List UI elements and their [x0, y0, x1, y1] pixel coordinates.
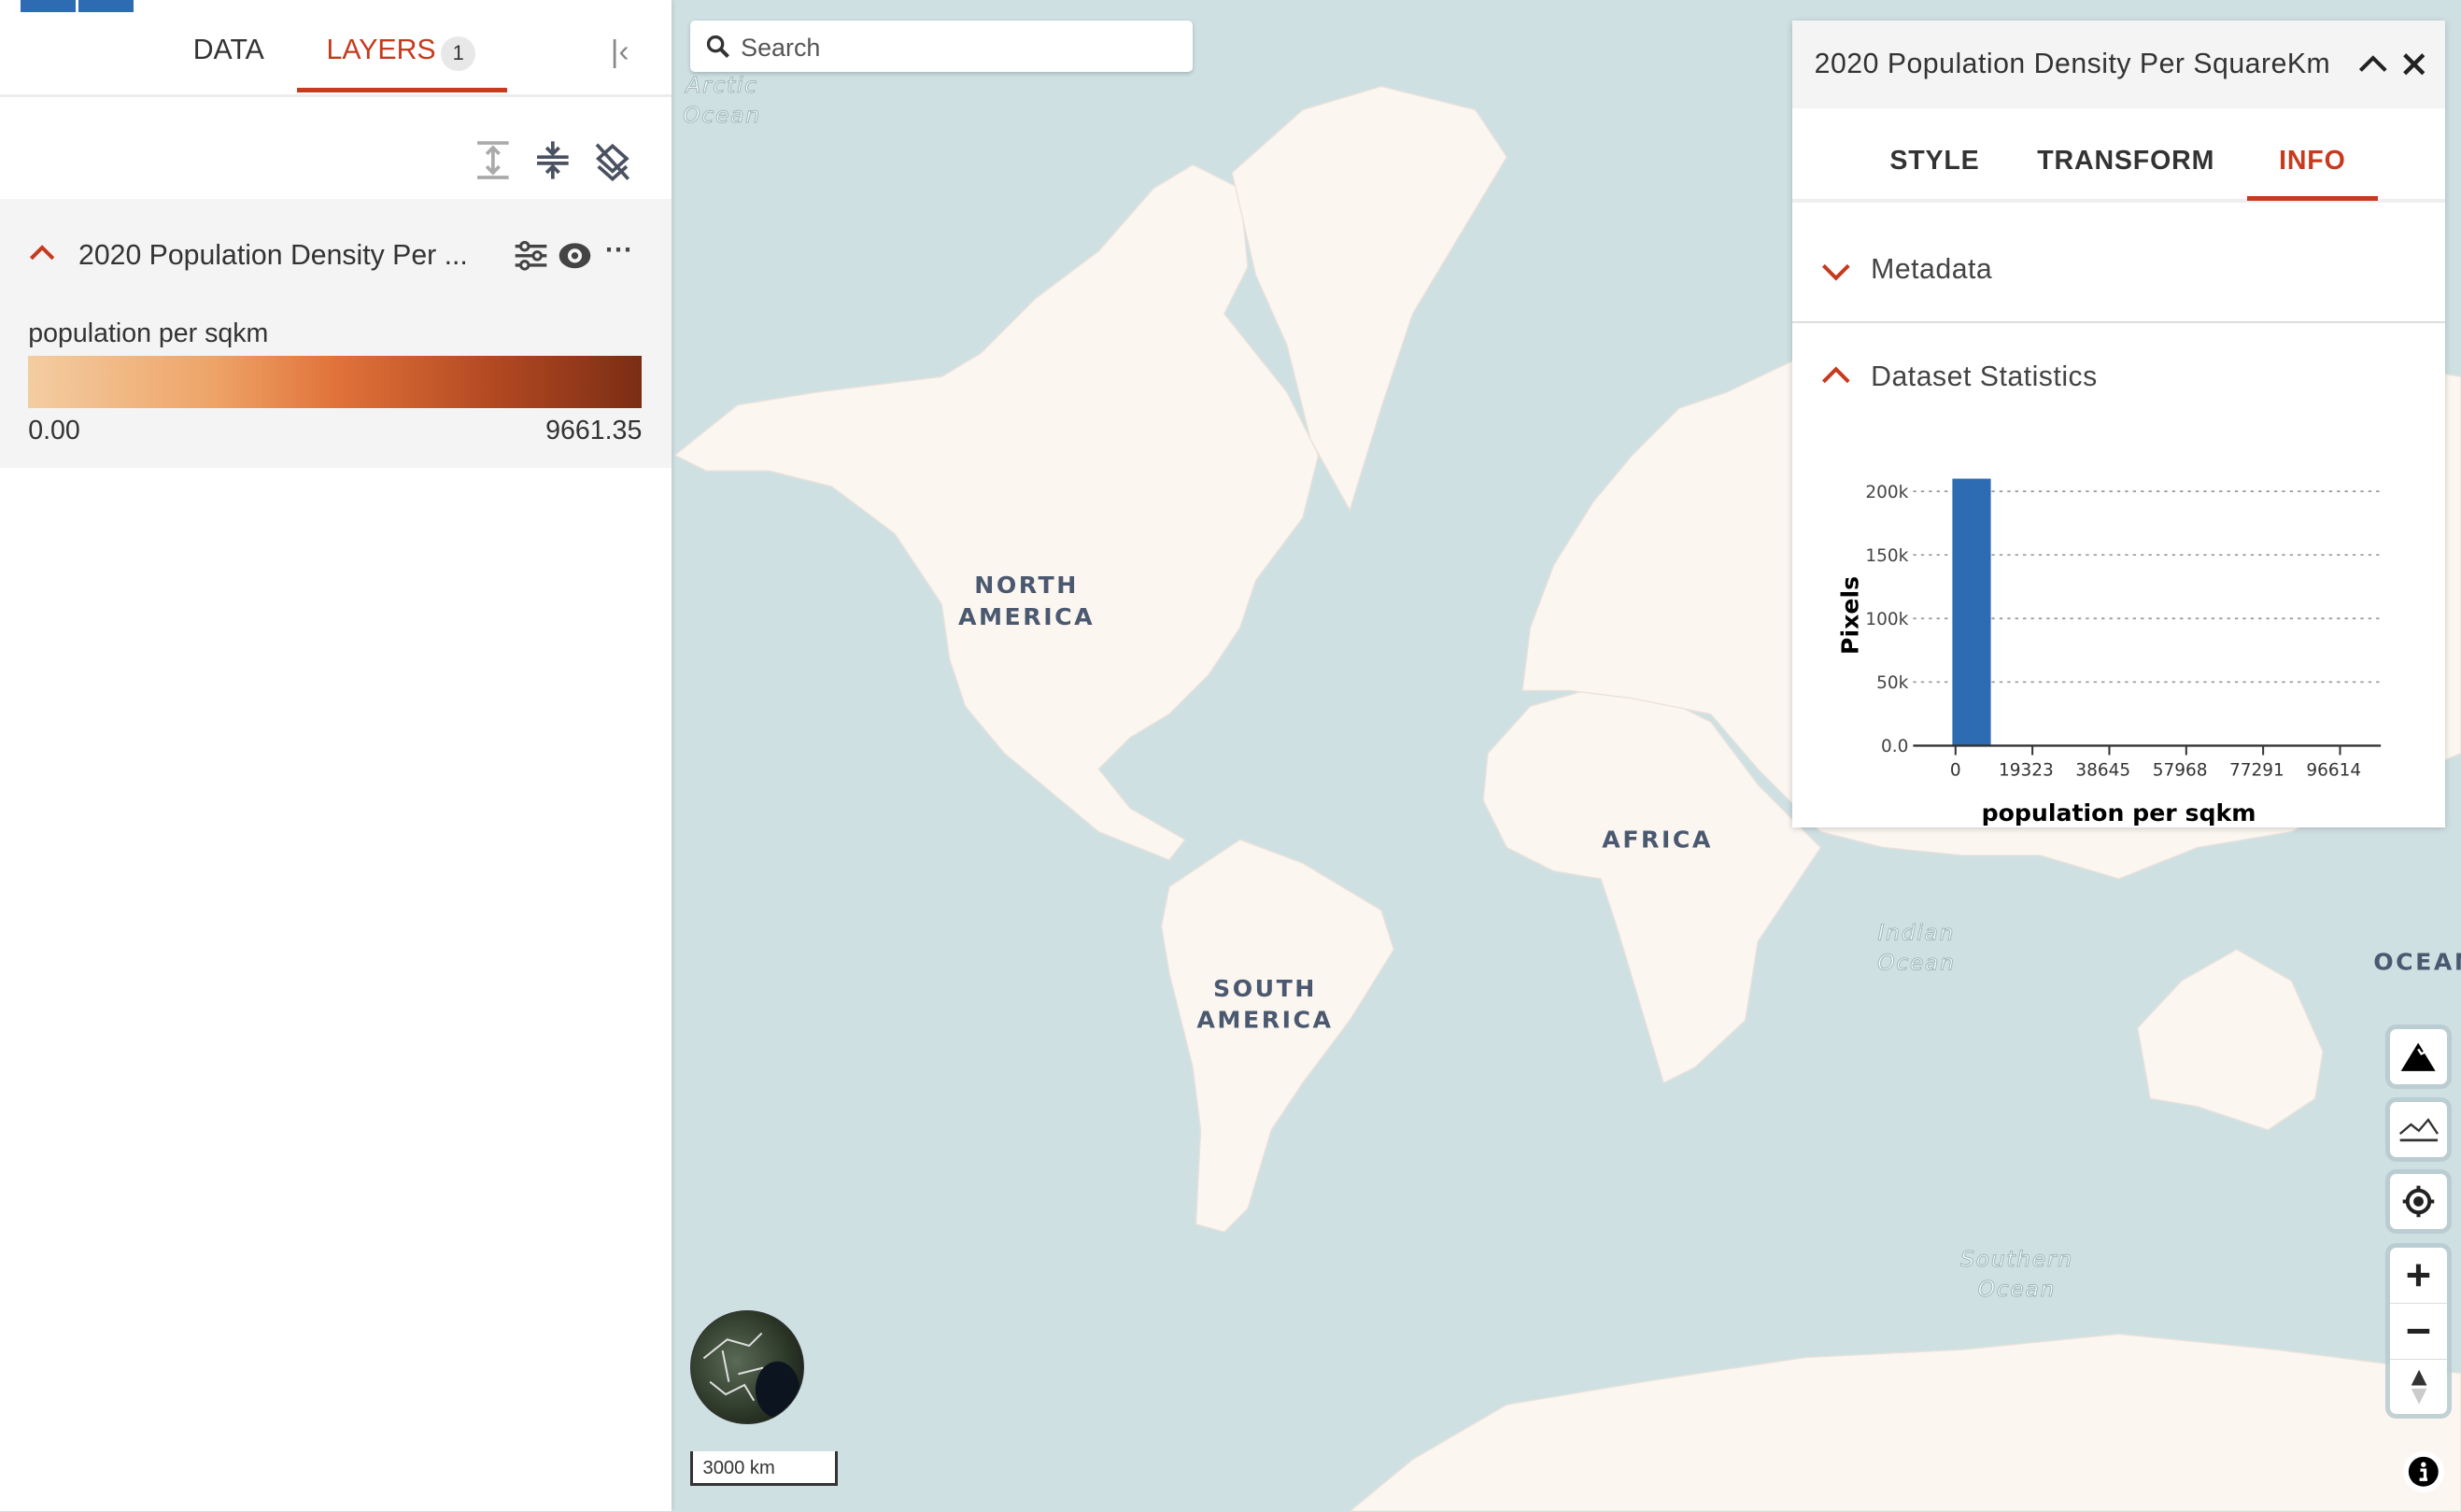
y-tick-label: 150k — [1866, 546, 1909, 566]
y-tick-label: 200k — [1866, 483, 1909, 502]
eye-icon[interactable] — [558, 240, 592, 272]
attribution-info-icon[interactable] — [2402, 1451, 2444, 1493]
south-america-label-2: AMERICA — [1196, 1007, 1333, 1034]
y-tick-label: 100k — [1866, 610, 1909, 629]
tab-layers[interactable]: LAYERS — [327, 35, 436, 66]
color-ramp — [28, 356, 643, 408]
x-tick-label: 77291 — [2229, 760, 2284, 780]
tab-data[interactable]: DATA — [193, 35, 264, 66]
south-america-land — [1160, 839, 1395, 1233]
indian-ocean-label-2: Ocean — [1877, 950, 1956, 976]
layers-count-badge: 1 — [441, 35, 476, 71]
north-america-land — [673, 163, 1320, 861]
chevron-up-icon[interactable] — [28, 243, 56, 261]
scale-bar: 3000 km — [690, 1451, 839, 1487]
arctic-ocean-label: Arctic — [684, 72, 757, 98]
collapse-sidebar-icon[interactable]: |‹ — [611, 35, 629, 70]
left-sidebar: DATA LAYERS 1 |‹ 2020 Population Density… — [0, 0, 672, 1512]
x-tick-label: 0 — [1950, 760, 1961, 780]
expand-all-icon[interactable] — [473, 138, 514, 182]
north-america-label: NORTH — [974, 572, 1079, 599]
arctic-ocean-label-2: Ocean — [683, 102, 761, 128]
x-tick-label: 19323 — [1999, 760, 2054, 780]
antarctica-land — [1349, 1333, 2461, 1512]
globe-minimap[interactable] — [690, 1310, 804, 1424]
terrain-button[interactable] — [2390, 1101, 2447, 1157]
active-tab-indicator — [296, 88, 507, 93]
info-icon — [2408, 1457, 2439, 1488]
y-tick-label: 50k — [1876, 673, 1909, 693]
layer-title[interactable]: 2020 Population Density Per ... — [78, 240, 468, 272]
southern-ocean-label: Southern — [1960, 1246, 2073, 1272]
y-axis-label: Pixels — [1837, 576, 1864, 655]
southern-ocean-label-2: Ocean — [1978, 1276, 2057, 1302]
legend-label: population per sqkm — [28, 318, 269, 349]
search-icon — [707, 35, 730, 58]
x-tick-label: 96614 — [2307, 760, 2362, 780]
search-input[interactable] — [737, 20, 1184, 76]
collapse-all-icon[interactable] — [532, 138, 573, 182]
ramp-min-value: 0.00 — [28, 416, 80, 446]
histogram-chart: 0.0 50k 100k 150k 200k 0 19323 38645 57968 77291 9… — [1837, 478, 2382, 827]
layer-info-panel: 2020 Population Density Per SquareKm STY… — [1792, 20, 2446, 827]
compass-icon — [2411, 1369, 2427, 1405]
minus-icon — [2407, 1328, 2430, 1334]
australia-land — [2137, 948, 2324, 1131]
ramp-max-value: 9661.35 — [545, 416, 643, 446]
sidebar-tabs: DATA LAYERS 1 |‹ — [0, 0, 672, 97]
locate-button[interactable] — [2390, 1174, 2447, 1229]
layer-card: 2020 Population Density Per ... ⋯ popula… — [0, 199, 672, 468]
histogram-bar — [1952, 478, 1991, 746]
terrain-3d-button[interactable] — [2390, 1029, 2447, 1085]
south-america-label: SOUTH — [1213, 975, 1317, 1002]
locate-icon — [2402, 1185, 2435, 1218]
zoom-in-button[interactable] — [2390, 1248, 2447, 1304]
y-tick-label: 0.0 — [1881, 737, 1908, 756]
search-box — [690, 20, 1194, 76]
compass-button[interactable] — [2390, 1360, 2446, 1415]
pacific-ocean-label: OCEAN — [2373, 949, 2461, 976]
x-axis-label: population per sqkm — [1982, 799, 2256, 827]
north-america-label-2: AMERICA — [958, 603, 1095, 630]
zoom-controls — [2390, 1247, 2447, 1415]
x-tick-label: 38645 — [2075, 760, 2130, 780]
layer-settings-icon[interactable] — [514, 240, 548, 272]
more-options-icon[interactable]: ⋯ — [604, 233, 632, 266]
x-tick-label: 57968 — [2153, 760, 2208, 780]
indian-ocean-label: Indian — [1878, 920, 1956, 946]
remove-all-layers-icon[interactable] — [592, 138, 633, 182]
minimap-globe — [703, 1333, 800, 1419]
mountain-filled-icon — [2401, 1042, 2437, 1071]
plus-icon — [2407, 1264, 2430, 1287]
africa-label: AFRICA — [1602, 826, 1713, 853]
mountain-outline-icon — [2398, 1118, 2439, 1142]
zoom-out-button[interactable] — [2390, 1304, 2447, 1360]
